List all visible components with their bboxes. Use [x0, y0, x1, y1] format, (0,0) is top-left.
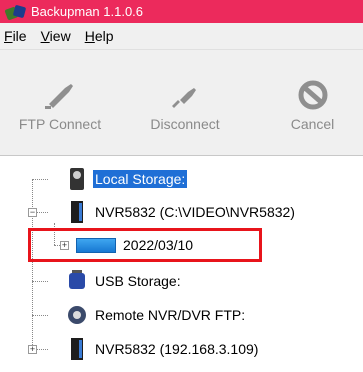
tree-node-nvr-local[interactable]: NVR5832 (C:\VIDEO\NVR5832): [66, 201, 297, 223]
disconnect-label: Disconnect: [150, 116, 220, 132]
nvr-device-icon: [66, 201, 88, 223]
tree-connector: [32, 179, 33, 349]
tree-connector: [32, 281, 48, 282]
hard-disk-icon: [66, 168, 88, 190]
nvr-remote-label: NVR5832 (192.168.3.109): [95, 341, 259, 357]
nvr-local-label: NVR5832 (C:\VIDEO\NVR5832): [95, 204, 295, 220]
window-title: Backupman 1.1.0.6: [31, 4, 144, 19]
toolbar: FTP Connect Disconnect Cancel: [0, 49, 363, 156]
title-bar: Backupman 1.1.0.6: [0, 0, 363, 23]
nvr-device-icon: [66, 338, 88, 360]
cancel-icon: [298, 80, 327, 110]
app-logo-icon: [4, 4, 27, 21]
cancel-button[interactable]: Cancel: [270, 80, 355, 132]
menu-bar: File View Help: [0, 23, 363, 49]
tree-node-remote-ftp[interactable]: Remote NVR/DVR FTP:: [66, 304, 247, 326]
disconnect-button[interactable]: Disconnect: [135, 80, 235, 132]
expand-toggle[interactable]: +: [28, 345, 37, 354]
plug-connect-icon: [45, 84, 73, 109]
tree-connector: [32, 179, 48, 180]
tree-node-nvr-remote[interactable]: NVR5832 (192.168.3.109): [66, 338, 260, 360]
usb-storage-label: USB Storage:: [95, 273, 181, 289]
usb-drive-icon: [66, 270, 88, 292]
local-storage-label: Local Storage:: [93, 170, 188, 188]
remote-camera-icon: [66, 304, 88, 326]
remote-ftp-label: Remote NVR/DVR FTP:: [95, 307, 246, 323]
storage-tree: − + + Local Storage: NVR5832 (C:\VIDEO\N…: [0, 157, 363, 372]
menu-help[interactable]: Help: [85, 28, 114, 44]
ftp-connect-label: FTP Connect: [18, 116, 102, 132]
tree-node-usb-storage[interactable]: USB Storage:: [66, 270, 183, 292]
menu-view[interactable]: View: [41, 28, 71, 44]
tree-connector: [32, 315, 48, 316]
plug-disconnect-icon: [172, 88, 196, 108]
collapse-toggle[interactable]: −: [28, 208, 37, 217]
menu-file[interactable]: File: [4, 28, 27, 44]
cancel-label: Cancel: [290, 116, 335, 132]
ftp-connect-button[interactable]: FTP Connect: [0, 80, 120, 132]
highlight-annotation: [28, 228, 262, 262]
tree-node-local-storage[interactable]: Local Storage:: [66, 168, 188, 190]
